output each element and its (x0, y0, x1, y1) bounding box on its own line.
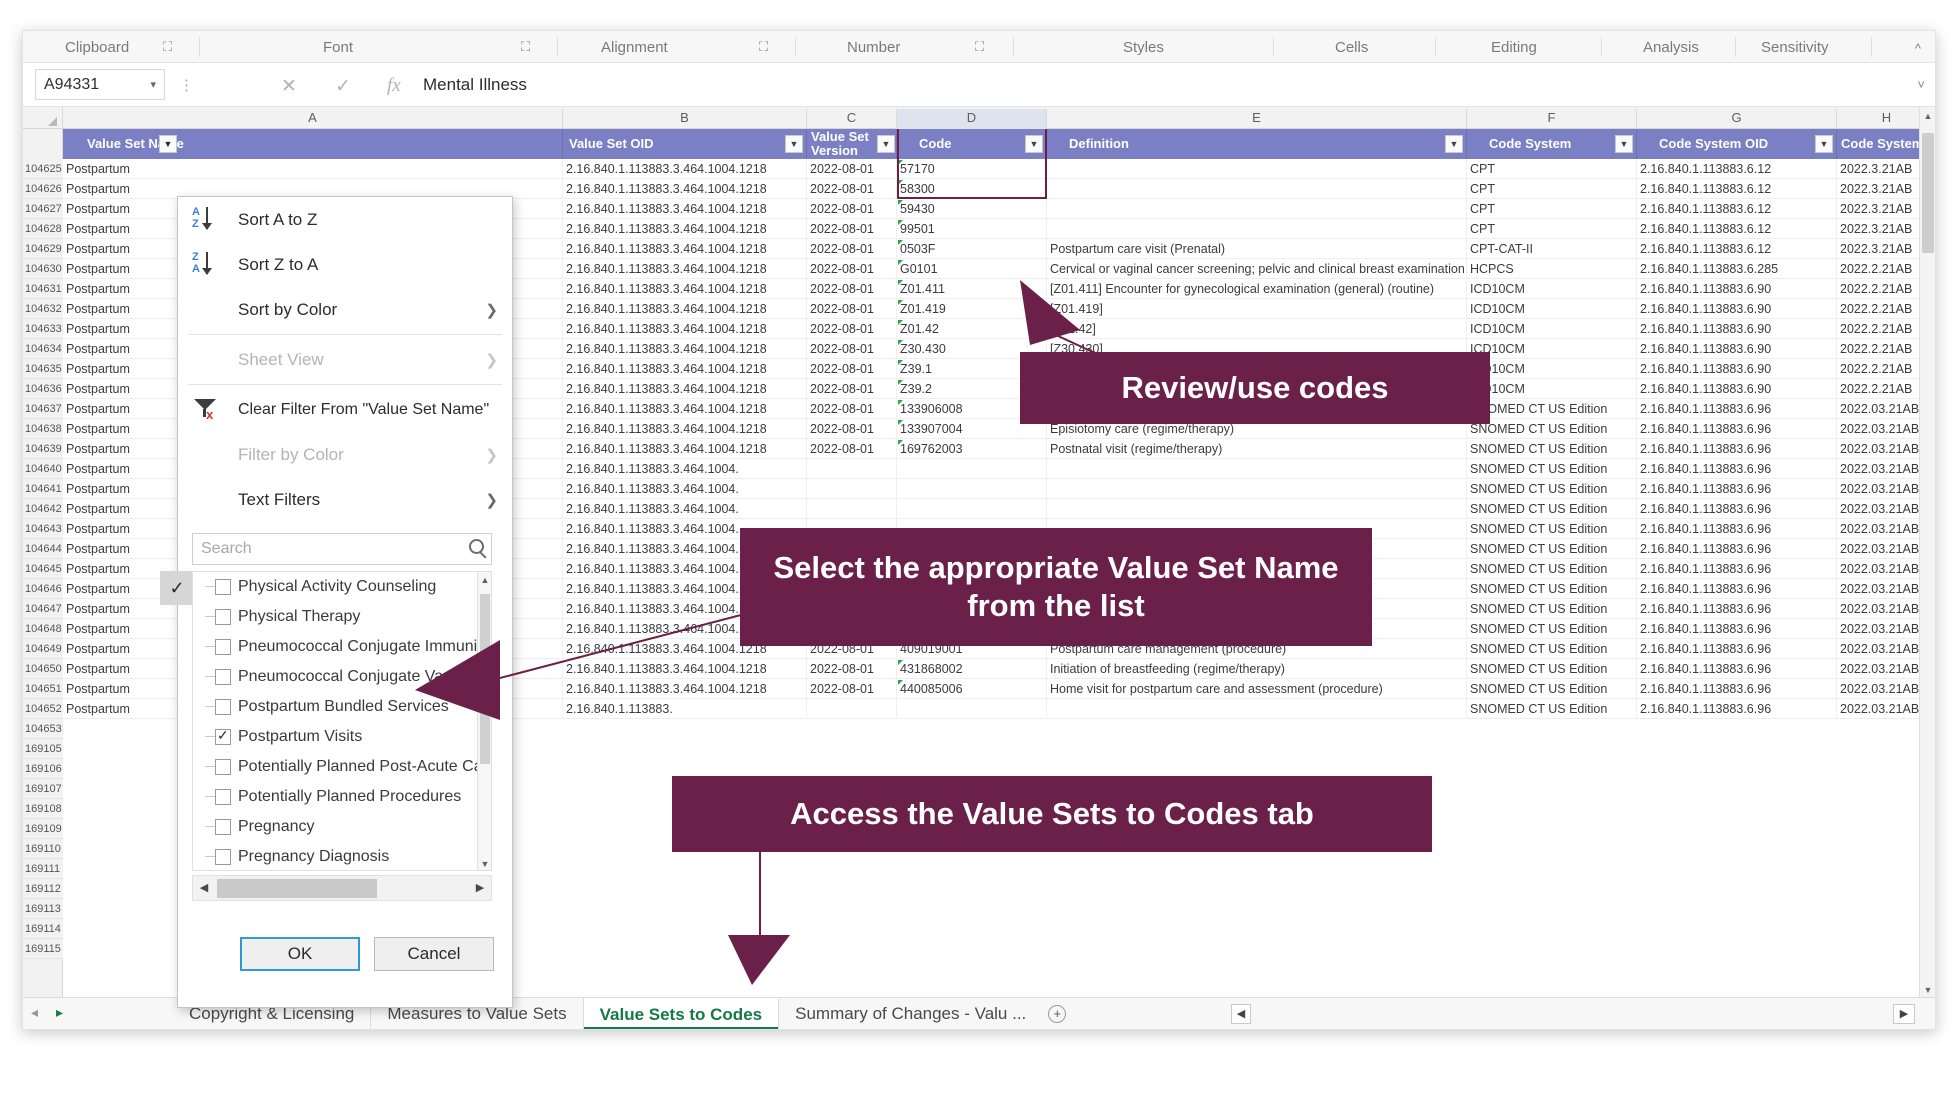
screenshot-root: Clipboard ⛶ Font ⛶ Alignment ⛶ Number ⛶ … (0, 0, 1958, 1101)
callout-access-value-sets-to-codes-tab: Access the Value Sets to Codes tab (672, 776, 1432, 852)
callout-review-use-codes: Review/use codes (1020, 352, 1490, 424)
callout-select-value-set-name: Select the appropriate Value Set Name fr… (740, 528, 1372, 646)
select-callout-arrowhead (415, 640, 500, 720)
select-callout-connector (499, 609, 761, 679)
review-callout-arrowhead (1020, 280, 1080, 345)
